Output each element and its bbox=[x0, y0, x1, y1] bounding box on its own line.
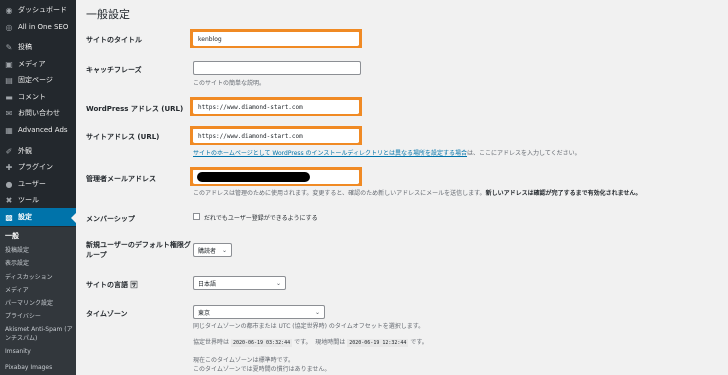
submenu-item-writing[interactable]: 投稿設定 bbox=[5, 245, 29, 254]
site-address-desc-text: は、ここにアドレスを入力してください。 bbox=[467, 150, 581, 157]
sidebar-item-label: Advanced Ads bbox=[18, 126, 68, 134]
default-role-select[interactable]: 購読者 ⌄ bbox=[193, 243, 232, 257]
submenu-item-akismet[interactable]: Akismet Anti-Spam (アンチスパム) bbox=[5, 325, 73, 343]
submenu-item-privacy[interactable]: プライバシー bbox=[5, 311, 41, 320]
sidebar-item-contact[interactable]: ✉ お問い合わせ bbox=[0, 104, 76, 122]
timezone-description: 同じタイムゾーンの都市または UTC (協定世界時) のタイムオフセットを選択し… bbox=[193, 323, 425, 330]
language-label-text: サイトの言語 bbox=[86, 281, 128, 289]
sidebar-item-settings[interactable]: ▩ 設定 bbox=[0, 208, 76, 226]
submenu-item-media[interactable]: メディア bbox=[5, 285, 29, 294]
timezone-select[interactable]: 東京 ⌄ bbox=[193, 305, 325, 319]
tagline-input[interactable] bbox=[193, 61, 361, 75]
submenu-item-pixabay[interactable]: Pixabay Images bbox=[5, 364, 52, 371]
media-icon: ▣ bbox=[5, 59, 13, 69]
sidebar-item-label: All in One SEO bbox=[18, 23, 69, 31]
sidebar-item-label: お問い合わせ bbox=[18, 109, 60, 117]
admin-sidebar: ◉ ダッシュボード ◎ All in One SEO ✎ 投稿 ▣ メディア ▤ 固定ペー… bbox=[0, 0, 76, 375]
settings-main: 一般設定 サイトのタイトル kenblog キャッチフレーズ このサイトの簡単な… bbox=[76, 0, 728, 375]
wp-address-label: WordPress アドレス (URL) bbox=[86, 105, 184, 113]
tagline-label: キャッチフレーズ bbox=[86, 66, 142, 74]
sidebar-item-tools[interactable]: ✖ ツール bbox=[0, 191, 76, 209]
seo-icon: ◎ bbox=[5, 22, 13, 32]
timezone-value: 東京 bbox=[198, 309, 211, 317]
local-suffix: です。 bbox=[410, 339, 428, 346]
utc-time: 2020-06-19 03:32:44 bbox=[230, 339, 293, 347]
utc-suffix: です。 bbox=[294, 339, 312, 346]
std-time-line2: このタイムゾーンでは夏時間の慣行はありません。 bbox=[193, 366, 331, 373]
submenu-item-reading[interactable]: 表示設定 bbox=[5, 258, 29, 267]
sidebar-item-label: 投稿 bbox=[18, 43, 32, 51]
submenu-item-general[interactable]: 一般 bbox=[5, 231, 19, 241]
submenu-item-discussion[interactable]: ディスカッション bbox=[5, 272, 53, 281]
std-time-line1: 現在このタイムゾーンは標準時です。 bbox=[193, 357, 294, 364]
chevron-down-icon: ⌄ bbox=[314, 308, 320, 316]
dashboard-icon: ◉ bbox=[5, 5, 13, 15]
translate-icon: 🈂 bbox=[130, 281, 138, 289]
sidebar-item-label: ユーザー bbox=[18, 180, 46, 188]
page-icon: ▤ bbox=[5, 75, 13, 85]
tagline-description: このサイトの簡単な説明。 bbox=[193, 80, 266, 87]
admin-email-description: このアドレスは管理のために使用されます。変更すると、確認のため新しいアドレスにメ… bbox=[193, 188, 641, 197]
chevron-down-icon: ⌄ bbox=[275, 279, 281, 287]
pin-icon: ✎ bbox=[5, 42, 13, 52]
site-address-description: サイトのホームページとして WordPress のインストールディレクトリとは異… bbox=[193, 148, 581, 157]
chevron-down-icon: ⌄ bbox=[221, 246, 227, 254]
sidebar-item-label: ツール bbox=[18, 196, 39, 204]
page-title: 一般設定 bbox=[86, 8, 130, 21]
site-address-input[interactable]: https://www.diamond-start.com bbox=[193, 129, 359, 143]
site-title-label: サイトのタイトル bbox=[86, 36, 142, 44]
plugin-icon: ✚ bbox=[5, 162, 13, 172]
site-address-help-link[interactable]: サイトのホームページとして WordPress のインストールディレクトリとは異… bbox=[193, 150, 467, 157]
mail-icon: ✉ bbox=[5, 108, 13, 118]
admin-email-desc-text: このアドレスは管理のために使用されます。変更すると、確認のため新しいアドレスにメ… bbox=[193, 190, 486, 197]
language-value: 日本語 bbox=[198, 280, 217, 288]
ads-icon: ▦ bbox=[5, 125, 13, 135]
utc-label: 協定世界時は bbox=[193, 339, 230, 346]
sidebar-item-label: ダッシュボード bbox=[18, 6, 67, 14]
sidebar-item-plugins[interactable]: ✚ プラグイン bbox=[0, 158, 76, 176]
sidebar-item-label: コメント bbox=[18, 93, 46, 101]
time-readout: 協定世界時は 2020-06-19 03:32:44 です。 現地時間は 202… bbox=[193, 337, 428, 347]
default-role-label: 新規ユーザーのデフォルト権限グループ bbox=[86, 241, 191, 259]
settings-icon: ▩ bbox=[5, 212, 13, 222]
redaction-bar bbox=[197, 172, 310, 182]
language-select[interactable]: 日本語 ⌄ bbox=[193, 276, 286, 290]
site-title-input[interactable]: kenblog bbox=[193, 32, 359, 46]
sidebar-item-label: 外観 bbox=[18, 147, 32, 155]
timezone-label: タイムゾーン bbox=[86, 310, 128, 318]
membership-label: メンバーシップ bbox=[86, 215, 135, 223]
sidebar-item-seo[interactable]: ◎ All in One SEO bbox=[0, 18, 76, 36]
local-label: 現地時間は bbox=[315, 339, 346, 346]
submenu-item-imsanity[interactable]: Imsanity bbox=[5, 348, 31, 355]
admin-email-desc-bold: 新しいアドレスは確認が完了するまで有効化されません。 bbox=[485, 190, 642, 197]
user-icon: ● bbox=[5, 179, 13, 189]
wrench-icon: ✖ bbox=[5, 195, 13, 205]
sidebar-item-pages[interactable]: ▤ 固定ページ bbox=[0, 71, 76, 89]
submenu-item-permalinks[interactable]: パーマリンク設定 bbox=[5, 298, 53, 307]
sidebar-item-label: プラグイン bbox=[18, 163, 53, 171]
admin-email-label: 管理者メールアドレス bbox=[86, 175, 156, 183]
local-time: 2020-06-19 12:32:44 bbox=[347, 339, 409, 347]
brush-icon: ✐ bbox=[5, 146, 13, 156]
sidebar-item-advanced-ads[interactable]: ▦ Advanced Ads bbox=[0, 121, 76, 139]
comment-icon: ▬ bbox=[5, 92, 13, 102]
sidebar-item-label: メディア bbox=[18, 60, 46, 68]
language-label: サイトの言語 🈂 bbox=[86, 280, 137, 290]
sidebar-item-posts[interactable]: ✎ 投稿 bbox=[0, 38, 76, 56]
sidebar-item-label: 固定ページ bbox=[18, 76, 53, 84]
default-role-value: 購読者 bbox=[198, 247, 217, 255]
membership-checkbox[interactable] bbox=[193, 213, 200, 220]
wp-address-input[interactable]: https://www.diamond-start.com bbox=[193, 100, 359, 114]
site-address-label: サイトアドレス (URL) bbox=[86, 133, 160, 141]
membership-checkbox-label[interactable]: だれでもユーザー登録ができるようにする bbox=[204, 213, 318, 222]
sidebar-item-label: 設定 bbox=[18, 213, 32, 221]
settings-submenu: 一般 投稿設定 表示設定 ディスカッション メディア パーマリンク設定 プライバ… bbox=[0, 227, 76, 375]
sidebar-item-dashboard[interactable]: ◉ ダッシュボード bbox=[0, 1, 76, 19]
